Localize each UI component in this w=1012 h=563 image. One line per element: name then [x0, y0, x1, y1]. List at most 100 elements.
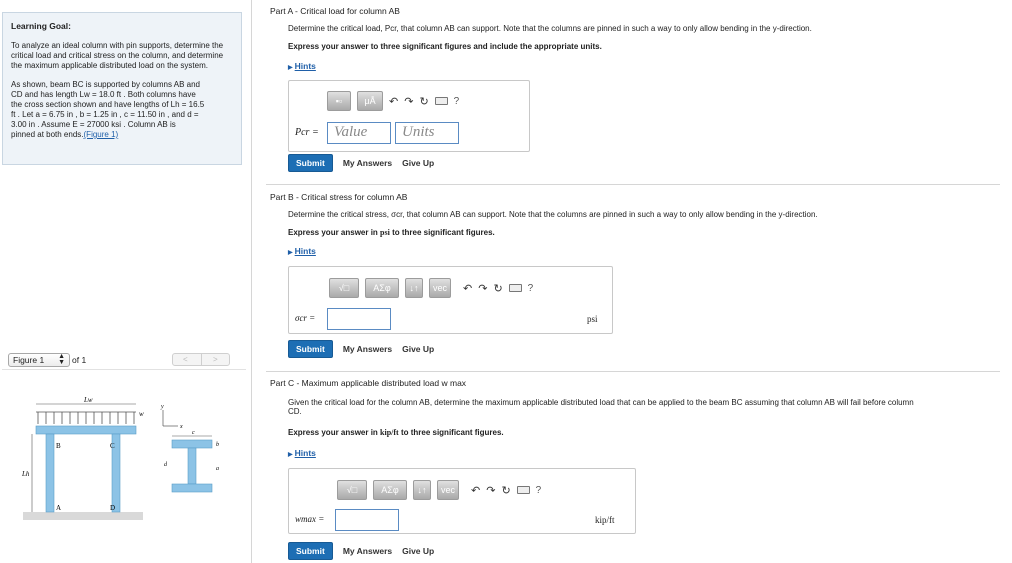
undo-icon[interactable]: ↶	[463, 282, 472, 295]
figure-count: of 1	[72, 355, 87, 365]
part-a: Part A - Critical load for column AB Det…	[270, 6, 1000, 176]
b-label: b	[216, 442, 219, 448]
part-a-label: Part A	[270, 6, 293, 16]
figure-link[interactable]: (Figure 1)	[84, 130, 119, 139]
keyboard-icon[interactable]	[434, 97, 448, 105]
express-unit: psi	[380, 228, 390, 237]
help-icon[interactable]: ?	[528, 283, 534, 294]
my-answers-link[interactable]: My Answers	[343, 344, 392, 354]
part-b-subtitle: - Critical stress for column AB	[293, 192, 408, 202]
ground	[23, 512, 143, 520]
express-suffix: to three significant figures.	[389, 228, 495, 237]
part-c-description-line1: Given the critical load for the column A…	[288, 398, 914, 407]
pager-divider	[201, 354, 202, 365]
point-b-label: B	[56, 442, 61, 450]
part-c-description-line2: CD.	[288, 407, 302, 416]
reset-icon[interactable]: ↻	[493, 282, 502, 295]
part-c-instructions: Express your answer in kip/ft to three s…	[288, 428, 504, 437]
redo-icon[interactable]: ↷	[404, 95, 413, 108]
psi-unit-label: psi	[587, 314, 598, 324]
part-b-hints-link[interactable]: ▶ Hints	[288, 246, 316, 256]
value-input[interactable]: Value	[327, 122, 391, 144]
part-c-hints-link[interactable]: ▶ Hints	[288, 448, 316, 458]
submit-button[interactable]: Submit	[288, 340, 333, 358]
vector-icon[interactable]: vec	[429, 278, 451, 298]
y-axis-label: y	[160, 404, 164, 410]
part-c-answer-box: √□ ΑΣφ ↓↑ vec ↶ ↷ ↻ ? wmax = kip/ft	[288, 468, 636, 534]
expand-triangle-icon: ▶	[288, 452, 293, 458]
part-c-actions: Submit My Answers Give Up	[288, 542, 434, 560]
x-axis-label: x	[179, 424, 183, 430]
reset-icon[interactable]: ↻	[501, 484, 510, 497]
hints-label: Hints	[294, 448, 316, 458]
part-a-toolbar: ▪▫ μÅ ↶ ↷ ↻ ?	[327, 90, 459, 112]
next-figure-button[interactable]: >	[213, 355, 218, 364]
greek-letters-icon[interactable]: ΑΣφ	[365, 278, 399, 298]
part-b-toolbar: √□ ΑΣφ ↓↑ vec ↶ ↷ ↻ ?	[329, 277, 533, 299]
part-a-actions: Submit My Answers Give Up	[288, 154, 434, 172]
expand-triangle-icon: ▶	[288, 65, 293, 71]
part-b-answer-box: √□ ΑΣφ ↓↑ vec ↶ ↷ ↻ ? σcr = psi	[288, 266, 613, 334]
wmax-label: wmax =	[295, 514, 325, 524]
submit-button[interactable]: Submit	[288, 154, 333, 172]
distributed-load-arrows	[36, 411, 136, 424]
problem-statement: As shown, beam BC is supported by column…	[11, 80, 233, 140]
sqrt-template-icon[interactable]: √□	[337, 480, 367, 500]
figure-select[interactable]: Figure 1 ▲ ▼	[8, 353, 70, 367]
figure-select-value: Figure 1	[13, 355, 45, 365]
subscript-superscript-icon[interactable]: ↓↑	[413, 480, 431, 500]
learning-goal-box: Learning Goal: To analyze an ideal colum…	[2, 12, 242, 165]
part-c: Part C - Maximum applicable distributed …	[270, 378, 1000, 560]
keyboard-icon[interactable]	[516, 486, 530, 494]
keyboard-icon[interactable]	[508, 284, 522, 292]
unit-mu-angstrom-icon[interactable]: μÅ	[357, 91, 383, 111]
reset-icon[interactable]: ↻	[419, 95, 428, 108]
vector-icon[interactable]: vec	[437, 480, 459, 500]
help-icon[interactable]: ?	[454, 96, 460, 107]
kip-per-ft-unit-label: kip/ft	[595, 515, 615, 525]
problem-line: 3.00 in . Assume E = 27000 ksi . Column …	[11, 120, 176, 129]
undo-icon[interactable]: ↶	[389, 95, 398, 108]
part-a-title: Part A - Critical load for column AB	[270, 6, 1000, 16]
learning-goal-title: Learning Goal:	[11, 21, 71, 31]
part-b-actions: Submit My Answers Give Up	[288, 340, 434, 358]
part-b-label: Part B	[270, 192, 294, 202]
submit-button[interactable]: Submit	[288, 542, 333, 560]
pcr-label: Pcr =	[295, 127, 319, 138]
my-answers-link[interactable]: My Answers	[343, 158, 392, 168]
point-c-label: C	[110, 442, 115, 450]
figure-pager: < >	[172, 353, 230, 366]
my-answers-link[interactable]: My Answers	[343, 546, 392, 556]
give-up-link[interactable]: Give Up	[402, 344, 434, 354]
lw-label: Lw	[83, 396, 93, 404]
select-arrows-icon: ▲ ▼	[58, 353, 65, 366]
d-label: d	[164, 462, 168, 468]
answer-input[interactable]	[327, 308, 391, 330]
part-b-title: Part B - Critical stress for column AB	[270, 192, 1000, 202]
part-a-hints-link[interactable]: ▶ Hints	[288, 61, 316, 71]
hints-label: Hints	[294, 61, 316, 71]
units-input[interactable]: Units	[395, 122, 459, 144]
separator	[266, 371, 1000, 372]
point-a-label: A	[56, 504, 61, 512]
beam-bc	[35, 425, 137, 435]
left-panel: Learning Goal: To analyze an ideal colum…	[0, 0, 252, 563]
help-icon[interactable]: ?	[536, 485, 542, 496]
undo-icon[interactable]: ↶	[471, 484, 480, 497]
part-a-description: Determine the critical load, Pcr, that c…	[288, 24, 812, 33]
give-up-link[interactable]: Give Up	[402, 546, 434, 556]
a-label: a	[216, 466, 219, 472]
hints-label: Hints	[294, 246, 316, 256]
templates-icon[interactable]: ▪▫	[327, 91, 351, 111]
redo-icon[interactable]: ↷	[478, 282, 487, 295]
part-a-instructions: Express your answer to three significant…	[288, 42, 602, 51]
cross-section	[171, 439, 213, 493]
prev-figure-button[interactable]: <	[183, 355, 188, 364]
redo-icon[interactable]: ↷	[486, 484, 495, 497]
give-up-link[interactable]: Give Up	[402, 158, 434, 168]
answer-input[interactable]	[335, 509, 399, 531]
greek-letters-icon[interactable]: ΑΣφ	[373, 480, 407, 500]
subscript-superscript-icon[interactable]: ↓↑	[405, 278, 423, 298]
part-c-subtitle: - Maximum applicable distributed load w …	[294, 378, 467, 388]
sqrt-template-icon[interactable]: √□	[329, 278, 359, 298]
